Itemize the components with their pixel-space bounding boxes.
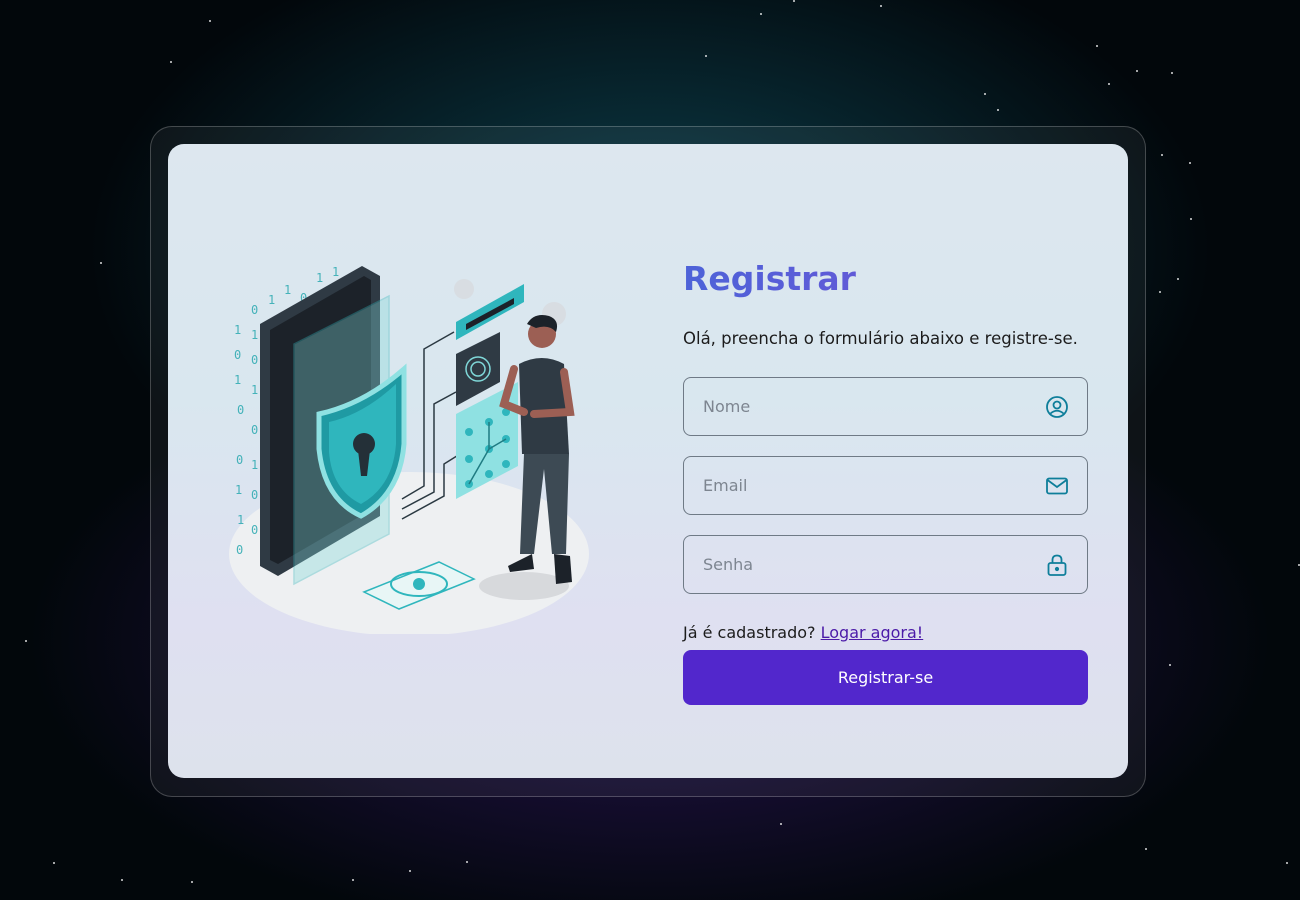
- svg-text:1: 1: [235, 483, 242, 497]
- login-prompt-text: Já é cadastrado?: [683, 623, 816, 642]
- register-form: Registrar Olá, preencha o formulário aba…: [683, 254, 1088, 705]
- login-link[interactable]: Logar agora!: [821, 623, 924, 642]
- email-input[interactable]: [703, 476, 1045, 495]
- svg-text:0: 0: [251, 523, 258, 537]
- svg-text:0: 0: [234, 348, 241, 362]
- svg-text:0: 0: [236, 453, 243, 467]
- svg-text:1: 1: [251, 383, 258, 397]
- svg-text:1: 1: [251, 458, 258, 472]
- register-card: 101 001 10 010 101 00 110 11 Registrar O…: [168, 144, 1128, 778]
- svg-text:0: 0: [237, 403, 244, 417]
- svg-text:0: 0: [251, 488, 258, 502]
- security-illustration: 101 001 10 010 101 00 110 11: [229, 265, 589, 634]
- password-input[interactable]: [703, 555, 1045, 574]
- svg-text:0: 0: [236, 543, 243, 557]
- lock-icon: [1045, 553, 1069, 577]
- name-field[interactable]: [683, 377, 1088, 436]
- svg-text:1: 1: [316, 271, 323, 285]
- svg-text:0: 0: [251, 423, 258, 437]
- register-button[interactable]: Registrar-se: [683, 650, 1088, 705]
- email-field[interactable]: [683, 456, 1088, 515]
- svg-text:1: 1: [234, 373, 241, 387]
- name-input[interactable]: [703, 397, 1045, 416]
- page-title: Registrar: [683, 254, 1088, 304]
- svg-text:1: 1: [268, 293, 275, 307]
- user-circle-icon: [1045, 395, 1069, 419]
- svg-text:1: 1: [237, 513, 244, 527]
- password-field[interactable]: [683, 535, 1088, 594]
- svg-text:1: 1: [251, 328, 258, 342]
- envelope-icon: [1045, 474, 1069, 498]
- svg-text:1: 1: [332, 265, 339, 279]
- svg-text:0: 0: [251, 303, 258, 317]
- svg-text:1: 1: [284, 283, 291, 297]
- login-prompt-row: Já é cadastrado? Logar agora!: [683, 622, 1088, 644]
- svg-text:1: 1: [234, 323, 241, 337]
- svg-text:0: 0: [251, 353, 258, 367]
- form-subtitle: Olá, preencha o formulário abaixo e regi…: [683, 329, 1078, 348]
